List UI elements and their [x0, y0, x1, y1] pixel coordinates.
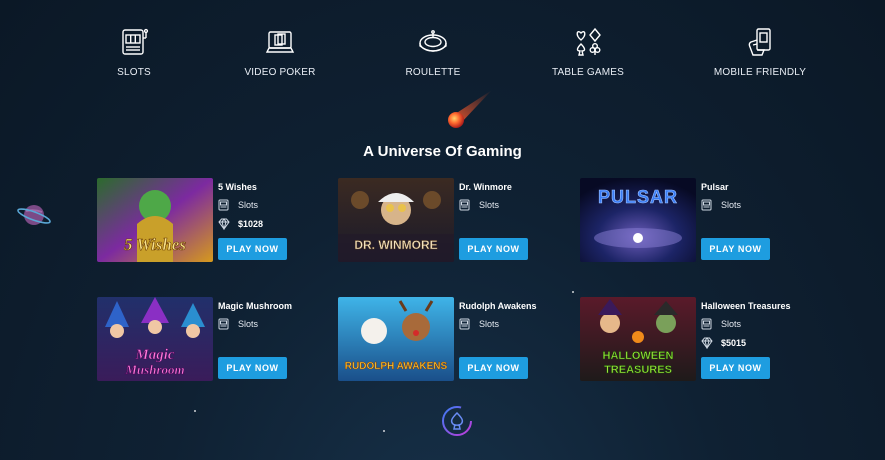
planet-illustration: [17, 205, 51, 225]
thumb-title: TREASURES: [604, 364, 672, 376]
play-now-button[interactable]: PLAY NOW: [459, 238, 528, 260]
thumb-title: Mushroom: [124, 362, 184, 377]
category-table-games[interactable]: TABLE GAMES: [518, 26, 658, 78]
slot-machine-icon: [122, 28, 149, 55]
slot-machine-icon: [459, 318, 470, 329]
star-decoration: [572, 291, 574, 293]
video-poker-icon: [265, 31, 295, 53]
slot-machine-icon: [701, 318, 712, 329]
category-nav: SLOTS VIDEO POKER ROULETTE TABLE GAMES M…: [0, 26, 885, 86]
game-thumbnail[interactable]: HALLOWEEN TREASURES: [580, 297, 696, 381]
game-thumbnail[interactable]: Magic Mushroom: [97, 297, 213, 381]
play-now-button[interactable]: PLAY NOW: [701, 238, 770, 260]
play-now-button[interactable]: PLAY NOW: [459, 357, 528, 379]
game-title[interactable]: Dr. Winmore: [459, 182, 584, 192]
game-type: Slots: [238, 318, 259, 329]
category-label: MOBILE FRIENDLY: [713, 67, 807, 78]
slot-machine-icon: [459, 199, 470, 210]
thumb-title: PULSAR: [598, 187, 678, 207]
roulette-icon: [419, 30, 447, 52]
diamond-icon: [701, 336, 713, 349]
play-now-button[interactable]: PLAY NOW: [701, 357, 770, 379]
game-type: Slots: [479, 318, 500, 329]
category-mobile-friendly[interactable]: MOBILE FRIENDLY: [690, 26, 830, 78]
category-label: ROULETTE: [405, 67, 461, 78]
category-video-poker[interactable]: VIDEO POKER: [210, 26, 350, 78]
game-thumbnail[interactable]: DR. WINMORE: [338, 178, 454, 262]
category-roulette[interactable]: ROULETTE: [363, 26, 503, 78]
game-card: RUDOLPH AWAKENS Rudolph Awakens Slots PL…: [338, 297, 578, 381]
slot-machine-icon: [218, 318, 229, 329]
game-title[interactable]: Halloween Treasures: [701, 301, 826, 311]
category-label: SLOTS: [117, 67, 151, 78]
thumb-title: RUDOLPH AWAKENS: [345, 361, 448, 372]
game-thumbnail[interactable]: 5 Wishes: [97, 178, 213, 262]
thumb-title: Magic: [134, 347, 175, 363]
diamond-icon: [218, 217, 230, 230]
game-card: 5 Wishes 5 Wishes Slots $1028 PLAY NOW: [97, 178, 337, 262]
meteor-illustration: [448, 90, 492, 128]
slot-machine-icon: [701, 199, 712, 210]
mobile-cards-icon: [748, 28, 771, 56]
game-type: Slots: [721, 318, 742, 329]
game-card: HALLOWEEN TREASURES Halloween Treasures …: [580, 297, 820, 381]
game-card: Magic Mushroom Magic Mushroom Slots PLAY…: [97, 297, 337, 381]
card-suits-icon: [576, 27, 601, 56]
category-label: TABLE GAMES: [551, 67, 625, 78]
jackpot-amount: $1028: [238, 218, 264, 229]
category-slots[interactable]: SLOTS: [64, 26, 204, 78]
jackpot-amount: $5015: [721, 337, 747, 348]
category-label: VIDEO POKER: [244, 67, 316, 78]
game-thumbnail[interactable]: PULSAR: [580, 178, 696, 262]
thumb-title: 5 Wishes: [124, 235, 186, 254]
section-heading: A Universe Of Gaming: [363, 143, 522, 160]
game-card: DR. WINMORE Dr. Winmore Slots PLAY NOW: [338, 178, 578, 262]
game-title[interactable]: Pulsar: [701, 182, 826, 192]
game-type: Slots: [721, 199, 742, 210]
game-title[interactable]: 5 Wishes: [218, 182, 343, 192]
game-type: Slots: [238, 199, 259, 210]
game-title[interactable]: Rudolph Awakens: [459, 301, 584, 311]
game-title[interactable]: Magic Mushroom: [218, 301, 343, 311]
game-card: PULSAR Pulsar Slots PLAY NOW: [580, 178, 820, 262]
slot-machine-icon: [218, 199, 229, 210]
star-decoration: [194, 410, 196, 412]
thumb-title: DR. WINMORE: [354, 238, 437, 252]
brand-logo-icon: [442, 406, 472, 436]
star-decoration: [383, 430, 385, 432]
game-type: Slots: [479, 199, 500, 210]
game-thumbnail[interactable]: RUDOLPH AWAKENS: [338, 297, 454, 381]
play-now-button[interactable]: PLAY NOW: [218, 238, 287, 260]
play-now-button[interactable]: PLAY NOW: [218, 357, 287, 379]
thumb-title: HALLOWEEN: [603, 350, 674, 362]
